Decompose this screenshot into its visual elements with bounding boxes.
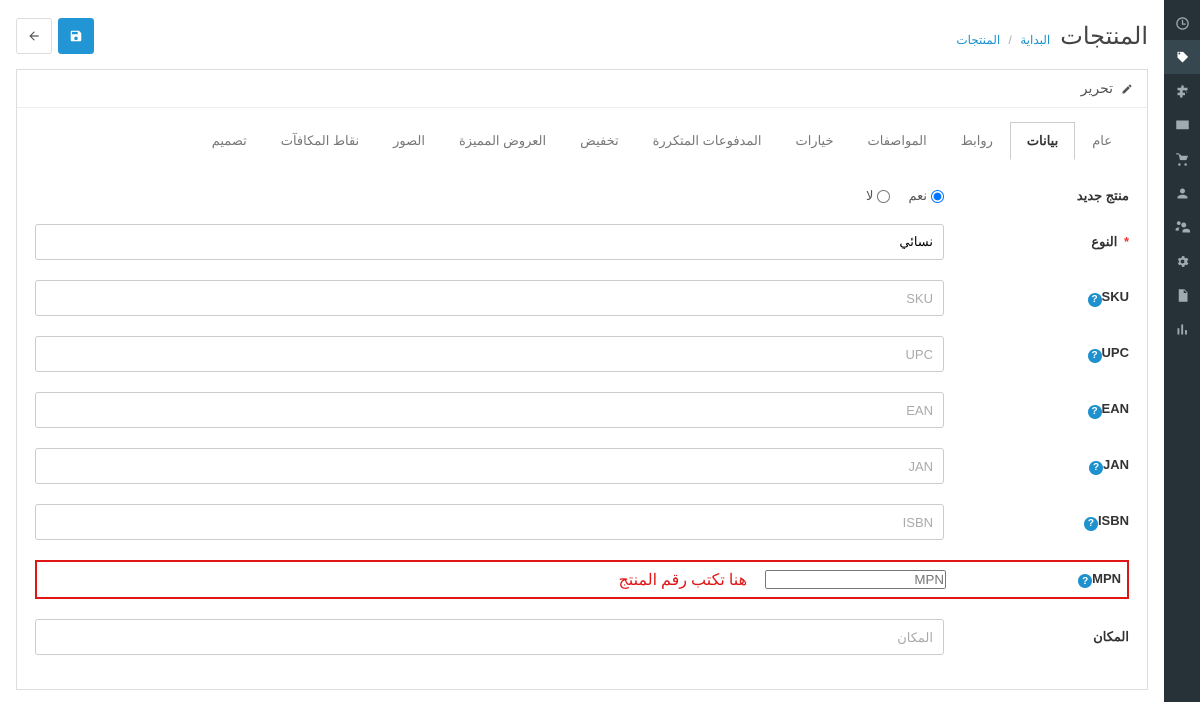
input-sku[interactable]	[35, 280, 944, 316]
label-isbn: ISBN?	[944, 513, 1129, 531]
label-upc: UPC?	[944, 345, 1129, 363]
tab-discount[interactable]: تخفيض	[563, 122, 635, 160]
edit-panel: تحرير عام بيانات روابط المواصفات خيارات …	[16, 69, 1148, 690]
tab-option[interactable]: خيارات	[778, 122, 850, 160]
row-sku: SKU?	[35, 280, 1129, 316]
tab-special[interactable]: العروض المميزة	[442, 122, 563, 160]
input-jan[interactable]	[35, 448, 944, 484]
help-icon[interactable]: ?	[1088, 405, 1102, 419]
row-jan: JAN?	[35, 448, 1129, 484]
save-icon	[69, 29, 83, 43]
page-title: المنتجات	[1060, 22, 1148, 51]
sidebar-reports[interactable]	[1164, 278, 1200, 312]
input-location[interactable]	[35, 619, 944, 655]
tabs: عام بيانات روابط المواصفات خيارات المدفو…	[35, 122, 1129, 160]
radio-no[interactable]	[877, 190, 890, 203]
row-mpn-highlighted: MPN? هنا تكتب رقم المنتج	[35, 560, 1129, 599]
sidebar-system[interactable]	[1164, 244, 1200, 278]
label-mpn: MPN?	[946, 571, 1121, 589]
sidebar-sales[interactable]	[1164, 142, 1200, 176]
label-new-product: منتج جديد	[944, 188, 1129, 204]
back-icon	[27, 29, 41, 43]
sidebar-customers[interactable]	[1164, 176, 1200, 210]
input-mpn[interactable]	[765, 570, 946, 589]
row-isbn: ISBN?	[35, 504, 1129, 540]
help-icon[interactable]: ?	[1088, 349, 1102, 363]
row-type: * النوع	[35, 224, 1129, 260]
page-header: المنتجات البداية / المنتجات	[16, 0, 1148, 69]
sidebar-extensions[interactable]	[1164, 74, 1200, 108]
breadcrumb: البداية / المنتجات	[956, 33, 1050, 47]
sidebar-stats[interactable]	[1164, 312, 1200, 346]
sidebar-design[interactable]	[1164, 108, 1200, 142]
radio-yes[interactable]	[931, 190, 944, 203]
help-icon[interactable]: ?	[1078, 574, 1092, 588]
annotation-text: هنا تكتب رقم المنتج	[618, 570, 747, 590]
tab-design[interactable]: تصميم	[195, 122, 264, 160]
sidebar-catalog[interactable]	[1164, 40, 1200, 74]
breadcrumb-home[interactable]: البداية	[1020, 33, 1050, 47]
input-type[interactable]	[35, 224, 944, 260]
tab-recurring[interactable]: المدفوعات المتكررة	[636, 122, 779, 160]
row-ean: EAN?	[35, 392, 1129, 428]
save-button[interactable]	[58, 18, 94, 54]
tab-data[interactable]: بيانات	[1010, 122, 1075, 160]
help-icon[interactable]: ?	[1084, 517, 1098, 531]
tab-reward[interactable]: نقاط المكافآت	[264, 122, 376, 160]
panel-head: تحرير	[17, 70, 1147, 108]
tab-image[interactable]: الصور	[376, 122, 442, 160]
label-sku: SKU?	[944, 289, 1129, 307]
radio-yes-label[interactable]: نعم	[908, 188, 944, 204]
pencil-icon	[1121, 83, 1133, 95]
row-location: المكان	[35, 619, 1129, 655]
label-type: * النوع	[944, 234, 1129, 250]
sidebar-marketing[interactable]	[1164, 210, 1200, 244]
help-icon[interactable]: ?	[1088, 293, 1102, 307]
panel-title: تحرير	[1081, 80, 1113, 97]
breadcrumb-sep: /	[1009, 33, 1012, 47]
row-upc: UPC?	[35, 336, 1129, 372]
label-ean: EAN?	[944, 401, 1129, 419]
breadcrumb-current[interactable]: المنتجات	[956, 33, 1000, 47]
tab-general[interactable]: عام	[1075, 122, 1129, 160]
row-new-product: منتج جديد نعم لا	[35, 188, 1129, 204]
input-ean[interactable]	[35, 392, 944, 428]
back-button[interactable]	[16, 18, 52, 54]
input-isbn[interactable]	[35, 504, 944, 540]
label-location: المكان	[944, 629, 1129, 645]
sidebar	[1164, 0, 1200, 702]
input-upc[interactable]	[35, 336, 944, 372]
radio-no-label[interactable]: لا	[866, 188, 890, 204]
tab-links[interactable]: روابط	[944, 122, 1010, 160]
help-icon[interactable]: ?	[1089, 461, 1103, 475]
tab-attribute[interactable]: المواصفات	[851, 122, 944, 160]
sidebar-dashboard[interactable]	[1164, 6, 1200, 40]
label-jan: JAN?	[944, 457, 1129, 475]
